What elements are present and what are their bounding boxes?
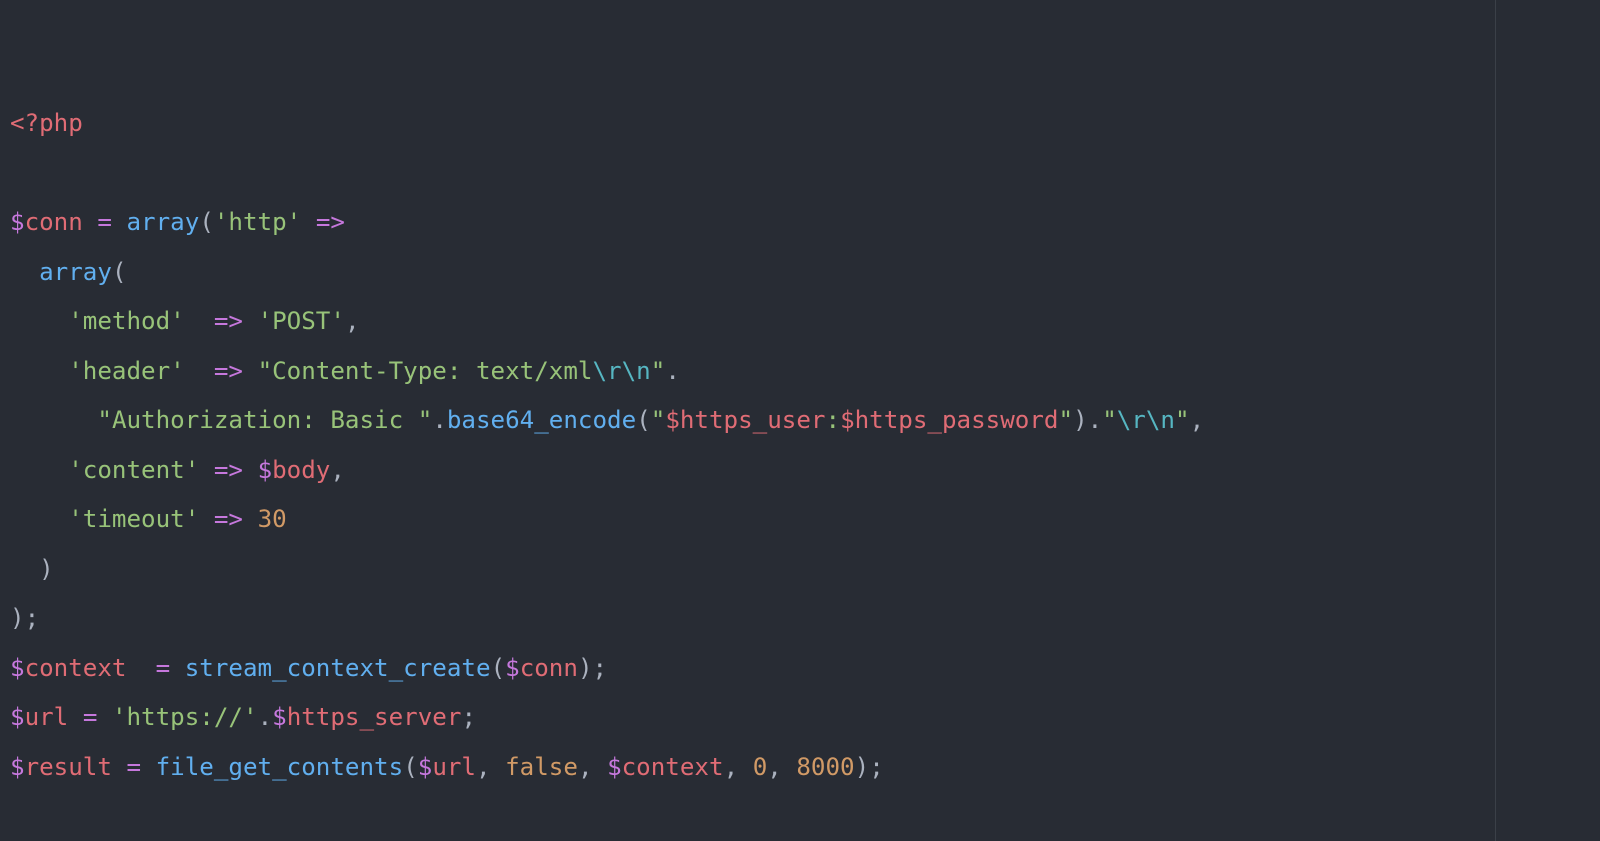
str-content-type: Content-Type: text/xml bbox=[272, 357, 592, 385]
op-assign: = bbox=[127, 753, 142, 781]
op-arrow: => bbox=[214, 456, 243, 484]
var-conn: conn bbox=[25, 208, 83, 236]
comma: , bbox=[767, 753, 782, 781]
op-arrow: => bbox=[214, 307, 243, 335]
semicolon: ; bbox=[25, 604, 40, 632]
var-context: context bbox=[622, 753, 724, 781]
fn-file-get-contents: file_get_contents bbox=[156, 753, 404, 781]
paren-open: ( bbox=[112, 258, 127, 286]
sigil: $ bbox=[505, 654, 520, 682]
comma: , bbox=[476, 753, 491, 781]
php-open-tag: <?php bbox=[10, 109, 83, 137]
comma: , bbox=[578, 753, 593, 781]
var-context: context bbox=[25, 654, 127, 682]
key-method: 'method' bbox=[68, 307, 185, 335]
concat-dot: . bbox=[1088, 406, 1103, 434]
paren-close: ) bbox=[39, 555, 54, 583]
op-assign: = bbox=[156, 654, 171, 682]
esc-cr: \r bbox=[593, 357, 622, 385]
sigil: $ bbox=[10, 753, 25, 781]
paren-open: ( bbox=[636, 406, 651, 434]
column-ruler bbox=[1495, 0, 1496, 841]
key-content: 'content' bbox=[68, 456, 199, 484]
comma: , bbox=[1190, 406, 1205, 434]
dvar-https-user: $https_user bbox=[665, 406, 825, 434]
fn-stream-context-create: stream_context_create bbox=[185, 654, 491, 682]
dquote: " bbox=[97, 406, 112, 434]
dquote: " bbox=[651, 406, 666, 434]
sigil: $ bbox=[418, 753, 433, 781]
sigil: $ bbox=[607, 753, 622, 781]
op-arrow: => bbox=[214, 505, 243, 533]
var-conn: conn bbox=[520, 654, 578, 682]
esc-lf: \n bbox=[1146, 406, 1175, 434]
dvar-https-password: $https_password bbox=[840, 406, 1058, 434]
str-auth: Authorization: Basic bbox=[112, 406, 418, 434]
dquote: " bbox=[1175, 406, 1190, 434]
paren-close: ) bbox=[1073, 406, 1088, 434]
var-url: url bbox=[432, 753, 476, 781]
comma: , bbox=[345, 307, 360, 335]
dquote: " bbox=[651, 357, 666, 385]
key-header: 'header' bbox=[68, 357, 185, 385]
sigil: $ bbox=[10, 703, 25, 731]
dquote: " bbox=[1102, 406, 1117, 434]
op-assign: = bbox=[83, 703, 98, 731]
var-url: url bbox=[25, 703, 69, 731]
dquote: " bbox=[258, 357, 273, 385]
sigil: $ bbox=[10, 654, 25, 682]
num-offset: 0 bbox=[753, 753, 768, 781]
code-editor[interactable]: <?php $conn = array('http' => array( 'me… bbox=[0, 0, 1600, 841]
paren-close: ) bbox=[578, 654, 593, 682]
fn-base64-encode: base64_encode bbox=[447, 406, 636, 434]
concat-dot: . bbox=[665, 357, 680, 385]
key-timeout: 'timeout' bbox=[68, 505, 199, 533]
str-http: 'http' bbox=[214, 208, 301, 236]
comma: , bbox=[330, 456, 345, 484]
sigil: $ bbox=[272, 703, 287, 731]
var-body: body bbox=[272, 456, 330, 484]
colon: : bbox=[826, 406, 841, 434]
num-maxlen: 8000 bbox=[796, 753, 854, 781]
semicolon: ; bbox=[593, 654, 608, 682]
semicolon: ; bbox=[461, 703, 476, 731]
concat-dot: . bbox=[432, 406, 447, 434]
val-post: 'POST' bbox=[258, 307, 345, 335]
fn-array: array bbox=[127, 208, 200, 236]
paren-open: ( bbox=[199, 208, 214, 236]
bool-false: false bbox=[505, 753, 578, 781]
var-https-server: https_server bbox=[287, 703, 462, 731]
paren-close: ) bbox=[855, 753, 870, 781]
paren-open: ( bbox=[403, 753, 418, 781]
op-arrow: => bbox=[214, 357, 243, 385]
op-arrow: => bbox=[316, 208, 345, 236]
var-result: result bbox=[25, 753, 112, 781]
comma: , bbox=[724, 753, 739, 781]
fn-array: array bbox=[39, 258, 112, 286]
op-assign: = bbox=[97, 208, 112, 236]
sigil: $ bbox=[10, 208, 25, 236]
paren-close: ) bbox=[10, 604, 25, 632]
paren-open: ( bbox=[491, 654, 506, 682]
dquote: " bbox=[1059, 406, 1074, 434]
str-https-scheme: 'https://' bbox=[112, 703, 258, 731]
num-timeout: 30 bbox=[258, 505, 287, 533]
semicolon: ; bbox=[869, 753, 884, 781]
concat-dot: . bbox=[258, 703, 273, 731]
esc-cr: \r bbox=[1117, 406, 1146, 434]
esc-lf: \n bbox=[622, 357, 651, 385]
dquote: " bbox=[418, 406, 433, 434]
sigil: $ bbox=[258, 456, 273, 484]
